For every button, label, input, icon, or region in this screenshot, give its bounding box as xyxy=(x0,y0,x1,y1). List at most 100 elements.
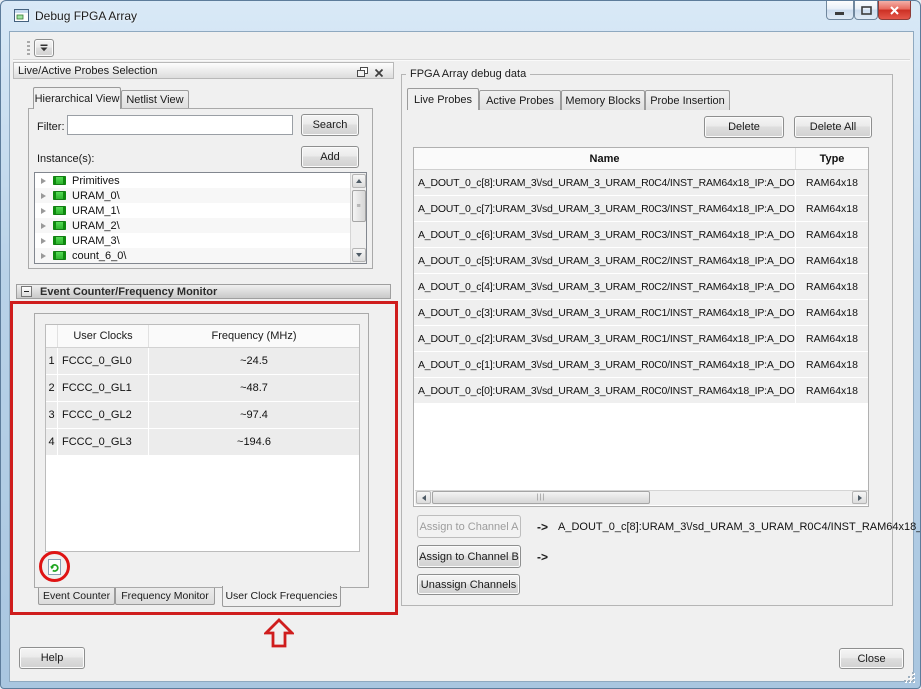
probe-name: A_DOUT_0_c[8]:URAM_3\/sd_URAM_3_URAM_R0C… xyxy=(414,170,796,195)
table-row[interactable]: A_DOUT_0_c[7]:URAM_3\/sd_URAM_3_URAM_R0C… xyxy=(414,196,868,222)
unassign-button-label: Unassign Channels xyxy=(421,579,516,591)
toolbar-dropdown-button[interactable] xyxy=(34,39,54,57)
close-window-button[interactable] xyxy=(878,1,911,20)
table-row[interactable]: A_DOUT_0_c[2]:URAM_3\/sd_URAM_3_URAM_R0C… xyxy=(414,326,868,352)
tab-netlist-view[interactable]: Netlist View xyxy=(121,90,189,109)
logic-chip-icon xyxy=(53,176,66,185)
row-number: 4 xyxy=(46,429,58,455)
probe-name: A_DOUT_0_c[0]:URAM_3\/sd_URAM_3_URAM_R0C… xyxy=(414,378,796,403)
scrollbar-thumb[interactable]: ||| xyxy=(432,491,650,504)
frequency-column-header[interactable]: Frequency (MHz) xyxy=(149,325,359,347)
help-button[interactable]: Help xyxy=(19,647,85,669)
expand-icon[interactable] xyxy=(41,193,46,199)
filter-input[interactable] xyxy=(67,115,293,135)
assign-channel-a-button[interactable]: Assign to Channel A xyxy=(417,515,521,538)
expand-icon[interactable] xyxy=(41,223,46,229)
unassign-channels-button[interactable]: Unassign Channels xyxy=(417,574,520,595)
expand-icon[interactable] xyxy=(41,178,46,184)
tab-hierarchical-view[interactable]: Hierarchical View xyxy=(33,87,121,109)
table-row[interactable]: A_DOUT_0_c[1]:URAM_3\/sd_URAM_3_URAM_R0C… xyxy=(414,352,868,378)
tree-item-count6[interactable]: count_6_0\ xyxy=(35,248,366,263)
table-row: 2 FCCC_0_GL1 ~48.7 xyxy=(46,375,359,402)
resize-grip[interactable] xyxy=(904,672,914,682)
tab-active-probes[interactable]: Active Probes xyxy=(479,90,561,110)
tree-item-uram3[interactable]: URAM_3\ xyxy=(35,233,366,248)
section-title: Event Counter/Frequency Monitor xyxy=(40,286,217,298)
tree-item-label: URAM_0\ xyxy=(72,190,120,202)
tab-memory-blocks[interactable]: Memory Blocks xyxy=(561,90,645,110)
clock-frequency: ~97.4 xyxy=(149,402,359,428)
scroll-up-button[interactable] xyxy=(352,174,366,188)
table-row[interactable]: A_DOUT_0_c[6]:URAM_3\/sd_URAM_3_URAM_R0C… xyxy=(414,222,868,248)
float-panel-icon xyxy=(357,67,368,78)
expand-icon[interactable] xyxy=(41,238,46,244)
collapse-icon[interactable] xyxy=(21,286,32,297)
minimize-button[interactable] xyxy=(826,1,854,20)
scroll-left-button[interactable] xyxy=(416,491,431,504)
tree-item-uram1[interactable]: URAM_1\ xyxy=(35,203,366,218)
assign-channel-b-button[interactable]: Assign to Channel B xyxy=(417,545,521,568)
frequency-table-header: User Clocks Frequency (MHz) xyxy=(46,325,359,348)
table-row[interactable]: A_DOUT_0_c[3]:URAM_3\/sd_URAM_3_URAM_R0C… xyxy=(414,300,868,326)
probe-type: RAM64x18 xyxy=(796,196,868,221)
assign-a-label: Assign to Channel A xyxy=(419,521,518,533)
user-clocks-column-header[interactable]: User Clocks xyxy=(58,325,149,347)
tree-item-primitives[interactable]: Primitives xyxy=(35,173,366,188)
scroll-right-button[interactable] xyxy=(852,491,867,504)
logic-chip-icon xyxy=(53,221,66,230)
tree-item-uram0[interactable]: URAM_0\ xyxy=(35,188,366,203)
add-button[interactable]: Add xyxy=(301,146,359,168)
dialog-close-button[interactable]: Close xyxy=(839,648,904,669)
dock-close-button[interactable] xyxy=(374,65,384,83)
tab-event-counter[interactable]: Event Counter xyxy=(38,588,115,605)
toolbar-separator xyxy=(13,59,910,60)
help-button-label: Help xyxy=(41,652,64,664)
clock-frequency: ~48.7 xyxy=(149,375,359,401)
probe-name: A_DOUT_0_c[4]:URAM_3\/sd_URAM_3_URAM_R0C… xyxy=(414,274,796,299)
tree-item-uram2[interactable]: URAM_2\ xyxy=(35,218,366,233)
tab-live-probes[interactable]: Live Probes xyxy=(407,88,479,110)
table-row[interactable]: A_DOUT_0_c[0]:URAM_3\/sd_URAM_3_URAM_R0C… xyxy=(414,378,868,404)
event-counter-section-header[interactable]: Event Counter/Frequency Monitor xyxy=(16,284,391,299)
row-number: 2 xyxy=(46,375,58,401)
maximize-button[interactable] xyxy=(854,1,878,20)
logic-chip-icon xyxy=(53,251,66,260)
user-clock-frequency-table: User Clocks Frequency (MHz) 1 FCCC_0_GL0… xyxy=(45,324,360,552)
probe-name: A_DOUT_0_c[7]:URAM_3\/sd_URAM_3_URAM_R0C… xyxy=(414,196,796,221)
row-number: 3 xyxy=(46,402,58,428)
table-row: 4 FCCC_0_GL3 ~194.6 xyxy=(46,429,359,456)
instances-label: Instance(s): xyxy=(37,153,94,165)
tab-probe-insertion[interactable]: Probe Insertion xyxy=(645,90,730,110)
type-column-header[interactable]: Type xyxy=(796,148,868,169)
toolbar-drag-handle[interactable] xyxy=(27,41,30,56)
refresh-frequencies-button[interactable] xyxy=(48,559,61,580)
logic-chip-icon xyxy=(53,236,66,245)
tab-frequency-monitor[interactable]: Frequency Monitor xyxy=(115,588,215,605)
expand-icon[interactable] xyxy=(41,208,46,214)
search-button[interactable]: Search xyxy=(301,114,359,136)
scrollbar-thumb[interactable]: ≡ xyxy=(352,190,366,222)
scroll-down-button[interactable] xyxy=(352,248,366,262)
table-row[interactable]: A_DOUT_0_c[8]:URAM_3\/sd_URAM_3_URAM_R0C… xyxy=(414,170,868,196)
table-row[interactable]: A_DOUT_0_c[4]:URAM_3\/sd_URAM_3_URAM_R0C… xyxy=(414,274,868,300)
channel-a-assignment: A_DOUT_0_c[8]:URAM_3\/sd_URAM_3_URAM_R0C… xyxy=(558,521,921,533)
table-row: 3 FCCC_0_GL2 ~97.4 xyxy=(46,402,359,429)
expand-icon[interactable] xyxy=(41,253,46,259)
tree-item-label: Primitives xyxy=(72,175,120,187)
probes-selection-dock-header[interactable]: Live/Active Probes Selection xyxy=(13,62,394,79)
channel-b-arrow: -> xyxy=(537,550,548,564)
logic-chip-icon xyxy=(53,191,66,200)
window-title: Debug FPGA Array xyxy=(35,9,137,23)
delete-button[interactable]: Delete xyxy=(704,116,784,138)
name-column-header[interactable]: Name xyxy=(414,148,796,169)
assign-b-label: Assign to Channel B xyxy=(419,551,519,563)
tab-user-clock-frequencies[interactable]: User Clock Frequencies xyxy=(222,586,341,607)
probes-selection-title: Live/Active Probes Selection xyxy=(18,65,157,77)
probes-table-hscrollbar[interactable]: ||| xyxy=(415,490,868,505)
title-bar[interactable]: Debug FPGA Array xyxy=(1,1,920,31)
delete-all-button[interactable]: Delete All xyxy=(794,116,872,138)
dock-float-button[interactable] xyxy=(357,65,368,83)
tree-scrollbar[interactable]: ≡ xyxy=(350,173,366,263)
table-row[interactable]: A_DOUT_0_c[5]:URAM_3\/sd_URAM_3_URAM_R0C… xyxy=(414,248,868,274)
corner-header-cell xyxy=(46,325,58,347)
